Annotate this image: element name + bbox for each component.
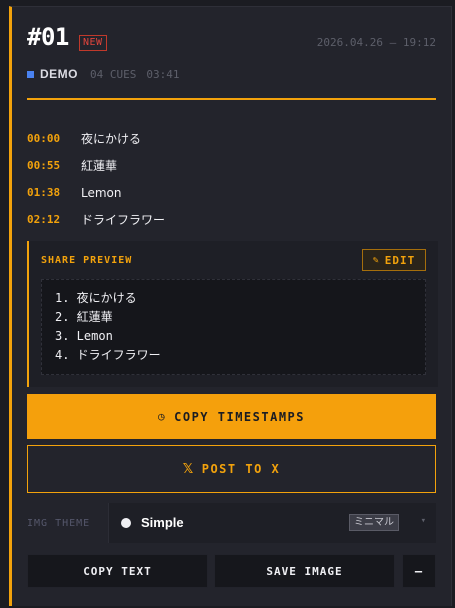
track-time: 00:55 [27,159,61,172]
theme-name: Simple [141,515,184,530]
chevron-down-icon: ▾ [420,516,426,526]
post-to-x-button[interactable]: 𝕏 POST TO X [27,445,436,493]
track-time: 02:12 [27,213,61,226]
card-header: #01 NEW 2026.04.26 — 19:12 DEMO 04 CUES … [27,23,436,103]
preview-line: 2. 紅蓮華 [55,310,113,324]
x-logo-icon: 𝕏 [182,461,195,477]
list-item[interactable]: 00:00 夜にかける [27,125,436,152]
preview-text-box[interactable]: 1. 夜にかける 2. 紅蓮華 3. Lemon 4. ドライフラワー [41,279,426,375]
tag-label: DEMO [40,67,78,81]
share-preview-label: SHARE PREVIEW [41,255,133,266]
track-time: 01:38 [27,186,61,199]
share-preview: SHARE PREVIEW ✎ EDIT 1. 夜にかける 2. 紅蓮華 3. … [27,241,438,387]
square-icon [27,70,34,78]
copy-timestamps-button[interactable]: ◷ COPY TIMESTAMPS [27,394,436,439]
bottom-actions: COPY TEXT SAVE IMAGE — [27,554,436,588]
track-name: Lemon [81,185,122,200]
track-time: 00:00 [27,132,61,145]
header-divider [27,98,436,100]
datetime: 2026.04.26 — 19:12 [316,36,436,49]
copy-text-button[interactable]: COPY TEXT [27,554,208,588]
meta-row: DEMO 04 CUES 03:41 [27,67,179,81]
pencil-icon: ✎ [372,254,380,266]
edit-button[interactable]: ✎ EDIT [362,249,426,271]
list-item[interactable]: 00:55 紅蓮華 [27,152,436,179]
list-item[interactable]: 01:38 Lemon [27,179,436,206]
duration: 03:41 [146,67,180,81]
clock-icon: ◷ [158,410,167,423]
track-name: ドライフラワー [81,213,166,227]
preview-line: 3. Lemon [55,329,113,343]
more-button[interactable]: — [402,554,436,588]
list-item[interactable]: 02:12 ドライフラワー [27,206,436,233]
image-theme-row: IMG THEME Simple ミニマル ▾ [27,503,436,543]
image-theme-label: IMG THEME [27,517,91,529]
track-name: 夜にかける [81,132,142,146]
cue-count: 04 CUES [90,67,137,81]
edit-label: EDIT [384,253,416,267]
copy-timestamps-label: COPY TIMESTAMPS [174,409,305,424]
theme-select[interactable]: Simple ミニマル ▾ [108,503,436,543]
card-title: #01 [27,23,69,51]
track-name: 紅蓮華 [81,159,118,173]
track-list: 00:00 夜にかける 00:55 紅蓮華 01:38 Lemon 02:12 … [27,125,436,233]
radio-selected-icon [121,518,131,528]
cue-card: #01 NEW 2026.04.26 — 19:12 DEMO 04 CUES … [9,6,452,606]
new-badge: NEW [79,35,107,51]
preview-line: 4. ドライフラワー [55,348,161,362]
save-image-button[interactable]: SAVE IMAGE [214,554,395,588]
preview-line: 1. 夜にかける [55,291,137,305]
post-to-x-label: POST TO X [201,462,281,476]
theme-tag: ミニマル [349,514,399,531]
